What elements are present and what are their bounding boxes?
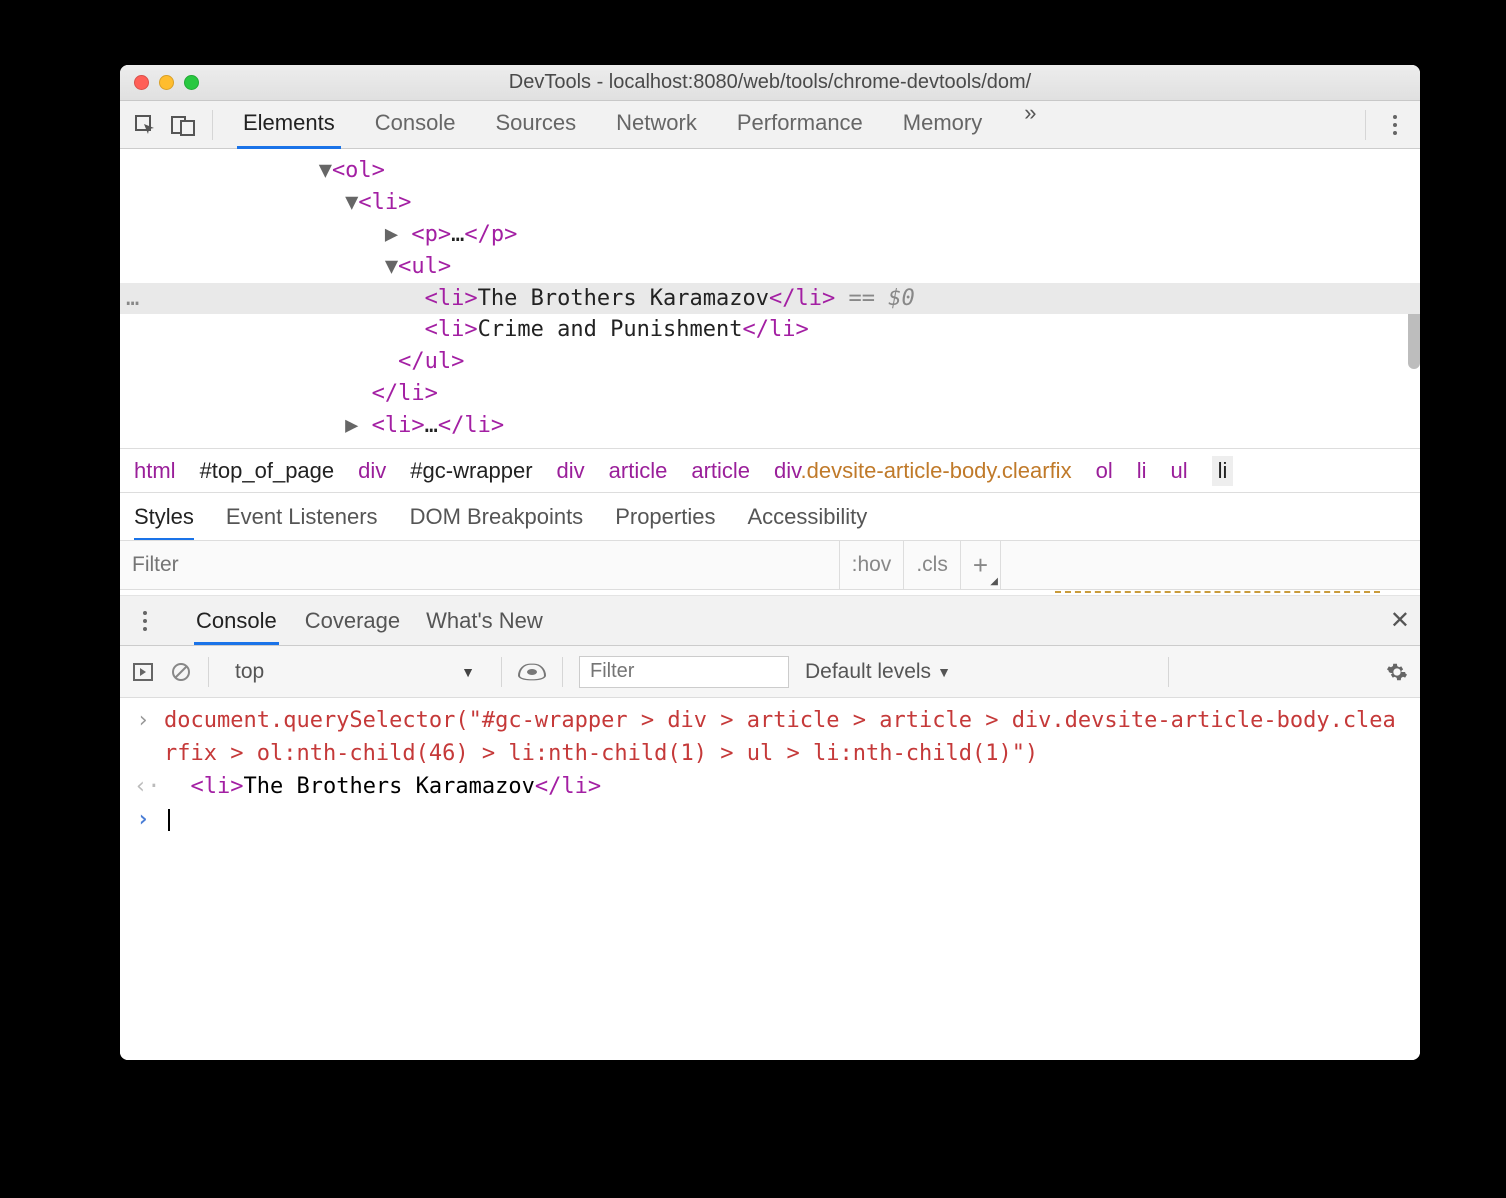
- breadcrumb-item[interactable]: div.devsite-article-body.clearfix: [774, 458, 1072, 484]
- dom-tree[interactable]: ▼<ol> ▼<li> ▶ <p>…</p> ▼<ul>… <li>The Br…: [120, 149, 1420, 448]
- drawer-tab-whatsnew[interactable]: What's New: [426, 608, 543, 634]
- main-toolbar: Elements Console Sources Network Perform…: [120, 101, 1420, 149]
- console-body[interactable]: › document.querySelector("#gc-wrapper > …: [120, 698, 1420, 1060]
- breadcrumb-item[interactable]: #gc-wrapper: [410, 458, 532, 484]
- separator: [212, 110, 213, 140]
- styles-filter-input[interactable]: [120, 541, 839, 589]
- breadcrumb-item[interactable]: #top_of_page: [200, 458, 335, 484]
- clear-console-icon[interactable]: [170, 661, 192, 683]
- console-output[interactable]: ‹· <li>The Brothers Karamazov</li>: [134, 770, 1406, 803]
- breadcrumb-item[interactable]: html: [134, 458, 176, 484]
- tab-console[interactable]: Console: [369, 100, 462, 149]
- breadcrumb-item[interactable]: ol: [1096, 458, 1113, 484]
- dom-tree-node[interactable]: ▼<ul>: [120, 251, 1420, 283]
- dom-tree-node[interactable]: ▼<li>: [120, 187, 1420, 219]
- styles-body-peek: [120, 590, 1420, 596]
- drawer-kebab-icon[interactable]: [130, 606, 160, 636]
- subtab-dom-breakpoints[interactable]: DOM Breakpoints: [410, 504, 584, 530]
- breadcrumb-item[interactable]: ul: [1170, 458, 1187, 484]
- tab-memory[interactable]: Memory: [897, 100, 988, 149]
- settings-kebab-icon[interactable]: [1380, 110, 1410, 140]
- window-title: DevTools - localhost:8080/web/tools/chro…: [120, 71, 1420, 94]
- subtab-properties[interactable]: Properties: [615, 504, 715, 530]
- dom-tree-node[interactable]: ▶ <li>…</li>: [120, 410, 1420, 442]
- breadcrumb-bar: html #top_of_page div #gc-wrapper div article…: [120, 448, 1420, 492]
- console-context-selector[interactable]: top▼: [225, 660, 485, 684]
- drawer-tab-console[interactable]: Console: [194, 597, 279, 645]
- console-prompt[interactable]: ›: [134, 803, 1406, 836]
- console-input-echo: › document.querySelector("#gc-wrapper > …: [134, 704, 1406, 770]
- dom-tree-node[interactable]: <li>Crime and Punishment</li>: [120, 314, 1420, 346]
- dom-tree-node[interactable]: ▼<ol>: [120, 155, 1420, 187]
- breadcrumb-item[interactable]: li: [1137, 458, 1147, 484]
- main-tab-row: Elements Console Sources Network Perform…: [237, 100, 1351, 149]
- tabs-overflow-icon[interactable]: »: [1016, 100, 1044, 149]
- separator: [1365, 110, 1366, 140]
- tab-network[interactable]: Network: [610, 100, 703, 149]
- dom-tree-node[interactable]: </li>: [120, 378, 1420, 410]
- device-toolbar-icon[interactable]: [168, 110, 198, 140]
- console-filter-input[interactable]: [579, 656, 789, 688]
- drawer-tabs: Console Coverage What's New ✕: [120, 596, 1420, 646]
- titlebar: DevTools - localhost:8080/web/tools/chro…: [120, 65, 1420, 101]
- console-settings-icon[interactable]: [1386, 661, 1408, 683]
- elements-subtabs: Styles Event Listeners DOM Breakpoints P…: [120, 492, 1420, 540]
- hov-toggle[interactable]: :hov: [839, 541, 904, 589]
- breadcrumb-item[interactable]: li: [1212, 456, 1234, 486]
- cls-toggle[interactable]: .cls: [903, 541, 960, 589]
- inspect-element-icon[interactable]: [130, 110, 160, 140]
- drawer-close-icon[interactable]: ✕: [1390, 606, 1410, 635]
- subtab-styles[interactable]: Styles: [134, 493, 194, 541]
- subtab-event-listeners[interactable]: Event Listeners: [226, 504, 378, 530]
- drawer-tab-coverage[interactable]: Coverage: [305, 608, 400, 634]
- tab-elements[interactable]: Elements: [237, 100, 341, 149]
- log-levels-selector[interactable]: Default levels▼: [805, 660, 951, 684]
- dom-tree-node[interactable]: </ul>: [120, 346, 1420, 378]
- dom-tree-node[interactable]: … <li>The Brothers Karamazov</li> == $0: [120, 283, 1420, 315]
- devtools-window: DevTools - localhost:8080/web/tools/chro…: [120, 65, 1420, 1060]
- breadcrumb-item[interactable]: article: [691, 458, 750, 484]
- dom-tree-node[interactable]: ▶ <p>…</p>: [120, 219, 1420, 251]
- live-expression-icon[interactable]: [518, 658, 546, 686]
- styles-filter-row: :hov .cls +◢: [120, 540, 1420, 590]
- breadcrumb-item[interactable]: div: [358, 458, 386, 484]
- breadcrumb-item[interactable]: div: [557, 458, 585, 484]
- new-style-rule-button[interactable]: +◢: [960, 541, 1000, 589]
- breadcrumb-item[interactable]: article: [609, 458, 668, 484]
- console-sidebar-toggle-icon[interactable]: [132, 661, 154, 683]
- tab-sources[interactable]: Sources: [489, 100, 582, 149]
- console-toolbar: top▼ Default levels▼: [120, 646, 1420, 698]
- tab-performance[interactable]: Performance: [731, 100, 869, 149]
- subtab-accessibility[interactable]: Accessibility: [747, 504, 867, 530]
